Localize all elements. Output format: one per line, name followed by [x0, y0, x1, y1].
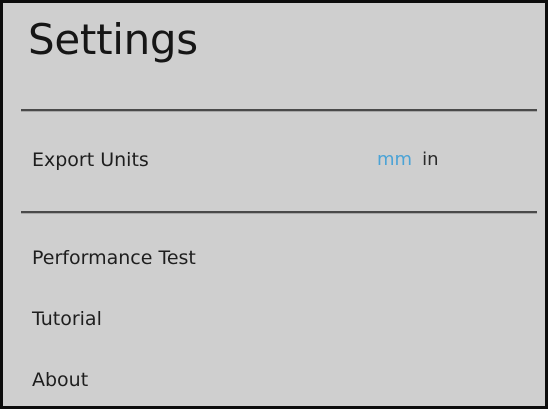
unit-option-in[interactable]: in	[422, 149, 438, 171]
settings-panel: Settings Export Units mm in Performance T…	[0, 0, 548, 409]
unit-option-mm[interactable]: mm	[377, 149, 412, 171]
export-units-toggle: mm in	[377, 149, 439, 171]
page-title: Settings	[28, 15, 198, 64]
export-units-label: Export Units	[32, 149, 149, 171]
title-divider	[21, 109, 537, 111]
section-divider	[21, 211, 537, 213]
menu-item-about[interactable]: About	[32, 369, 88, 392]
menu-item-performance-test[interactable]: Performance Test	[32, 247, 196, 270]
menu-item-tutorial[interactable]: Tutorial	[32, 308, 102, 331]
